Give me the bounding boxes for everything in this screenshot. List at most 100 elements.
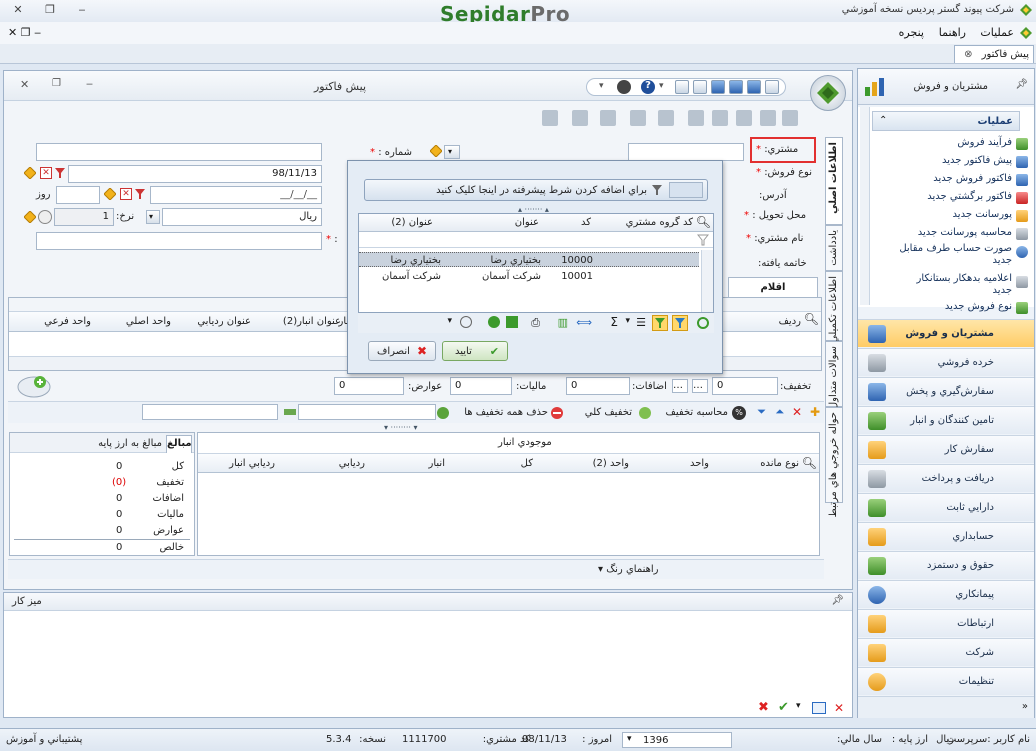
operations-header[interactable]: عمليات ⌃ xyxy=(872,111,1020,131)
window-minimize-icon[interactable]: ‒ xyxy=(86,77,93,90)
move-up-icon[interactable]: ⏶ xyxy=(775,405,784,419)
print-icon[interactable]: ⎙ xyxy=(531,316,540,330)
pin-icon[interactable]: 📌︎ xyxy=(1015,79,1028,90)
help-icon[interactable]: ? xyxy=(641,80,655,94)
menu-operations[interactable]: عمليات xyxy=(980,26,1014,39)
currency-select[interactable]: ريال xyxy=(162,208,322,226)
nav-category-suppliers[interactable]: تامين کنندگان و انبار xyxy=(858,406,1034,434)
additions-input[interactable]: 0 xyxy=(566,377,630,395)
cancel-x-icon[interactable]: ✖ xyxy=(758,700,769,715)
nav-category-payroll[interactable]: حقوق و دستمزد xyxy=(858,551,1034,579)
description-input[interactable] xyxy=(36,232,322,250)
op-new-invoice[interactable]: فاکتور فروش جديد xyxy=(933,173,1012,184)
grid-search-icon[interactable]: 🔍︎ xyxy=(804,312,819,326)
window-restore-icon[interactable]: ❐ xyxy=(52,78,61,89)
app-orb-button[interactable] xyxy=(810,75,846,111)
reference-input[interactable] xyxy=(36,143,322,161)
discount-more-button[interactable]: … xyxy=(692,379,708,393)
filter-green-icon[interactable] xyxy=(652,315,668,331)
rate-clock-icon[interactable] xyxy=(38,210,52,224)
save-as-icon[interactable] xyxy=(729,80,743,94)
check-icon[interactable]: ✔ xyxy=(778,700,789,715)
archive-icon[interactable] xyxy=(782,110,798,126)
save-icon[interactable] xyxy=(747,80,761,94)
close-window-button[interactable]: ✕ xyxy=(10,3,26,17)
col-title2[interactable]: عنوان (2) xyxy=(391,217,433,228)
copy-icon[interactable] xyxy=(693,80,707,94)
add-item-button[interactable] xyxy=(16,373,52,399)
lookup-diamond-icon[interactable] xyxy=(429,144,443,158)
nav-category-retail[interactable]: خرده فروشي xyxy=(858,348,1034,376)
col-unit[interactable]: واحد xyxy=(690,458,709,469)
nav-category-fixed-assets[interactable]: دارايي ثابت xyxy=(858,493,1034,521)
nav-category-settings[interactable]: تنظيمات xyxy=(858,667,1034,695)
tab-pre-invoice[interactable]: پیش فاکتور ⊗ xyxy=(954,45,1034,63)
color-guide-bar[interactable]: راهنماي رنگ ▾ xyxy=(8,559,824,579)
money-icon[interactable] xyxy=(284,406,296,418)
col-row-number[interactable]: رديف xyxy=(779,316,801,327)
refresh-icon[interactable] xyxy=(542,110,558,126)
dropdown-chevron-icon[interactable]: ▾ xyxy=(625,316,630,326)
zoom-icon[interactable] xyxy=(617,80,631,94)
col-customer-group-code[interactable]: کد گروه مشتري xyxy=(626,217,693,228)
currency-dropdown[interactable]: ▾ xyxy=(146,210,160,224)
discount-search-input[interactable] xyxy=(298,404,436,420)
col-warehouse-title2[interactable]: عنوان انبار(2) xyxy=(283,316,341,327)
discount-amount-input[interactable] xyxy=(142,404,278,420)
nav-category-accounting[interactable]: حسابداري xyxy=(858,522,1034,550)
save-close-icon[interactable] xyxy=(711,80,725,94)
receive-icon[interactable] xyxy=(688,110,704,126)
vtab-extra-info[interactable]: اطلاعات تکميلي xyxy=(825,271,843,343)
clear-icon[interactable] xyxy=(460,316,472,328)
op-debit-credit-notice-new[interactable]: جديد xyxy=(993,285,1012,296)
attach-icon[interactable] xyxy=(736,110,752,126)
vtab-faq[interactable]: سوالات متداول xyxy=(825,341,843,409)
columns-icon[interactable]: ☰ xyxy=(636,316,646,329)
collapse-chevron-icon[interactable]: ⌃ xyxy=(879,115,887,126)
clear-filter-icon[interactable]: ✕ xyxy=(40,167,52,179)
ok-button[interactable]: ✔ تاييد xyxy=(442,341,508,361)
next-record-icon[interactable] xyxy=(600,110,616,126)
advanced-condition-bar[interactable]: براي اضافه کردن شرط پيشرفته در اينجا کلي… xyxy=(364,179,708,201)
col-tracking-title[interactable]: عنوان رديابي xyxy=(197,316,251,327)
vtab-notes[interactable]: يادداشت xyxy=(825,225,843,271)
calc-discount-button[interactable]: محاسبه تخفيف xyxy=(666,407,728,418)
support-link[interactable]: پشتيباني و آموزش xyxy=(6,734,82,745)
lookup-diamond-icon[interactable] xyxy=(103,187,117,201)
first-record-icon[interactable] xyxy=(658,110,674,126)
discount-tag-icon[interactable] xyxy=(436,406,450,420)
vtab-related-outputs[interactable]: حواله خروجي هاي مرتبط xyxy=(825,407,843,517)
tab-close-icon[interactable]: ⊗ xyxy=(964,49,972,60)
tab-amounts-base-currency[interactable]: مبالغ به ارز پايه xyxy=(98,438,162,449)
nav-category-receipts-payments[interactable]: دريافت و پرداخت xyxy=(858,464,1034,492)
discount-input[interactable]: 0 xyxy=(712,377,778,395)
nav-category-work-orders[interactable]: سفارش کار xyxy=(858,435,1034,463)
child-close-icon[interactable]: ✕ ❐ ‒ xyxy=(8,26,41,39)
col-total[interactable]: کل xyxy=(521,458,533,469)
date-input[interactable]: 98/11/13 xyxy=(68,165,322,183)
col-sub-unit[interactable]: واحد فرعي xyxy=(44,316,91,327)
op-counterparty-statement-new[interactable]: جديد xyxy=(993,255,1012,266)
sum-icon[interactable]: Σ xyxy=(610,315,618,329)
chart-icon[interactable]: ▥ xyxy=(558,316,568,329)
col-unit2[interactable]: واحد (2) xyxy=(593,458,629,469)
col-title[interactable]: عنوان xyxy=(515,217,539,228)
lookup-diamond-icon[interactable] xyxy=(23,210,37,224)
menu-window[interactable]: پنجره xyxy=(899,26,924,39)
total-discount-button[interactable]: تخفيف کلي xyxy=(585,407,632,418)
filter-icon[interactable] xyxy=(134,188,146,200)
op-counterparty-statement[interactable]: صورت حساب طرف مقابل xyxy=(899,243,1012,254)
duties-input[interactable]: 0 xyxy=(334,377,404,395)
tax-input[interactable]: 0 xyxy=(450,377,512,395)
due-date-input[interactable]: __/__/__ xyxy=(150,186,322,204)
excel-icon[interactable] xyxy=(506,316,518,328)
clear-filter-icon[interactable]: ✕ xyxy=(120,188,132,200)
op-new-commission[interactable]: پورسانت جديد xyxy=(953,209,1012,220)
add-icon[interactable]: ✚ xyxy=(810,405,820,419)
nav-category-orders-distribution[interactable]: سفارش‌گيري و پخش xyxy=(858,377,1034,405)
operations-scrollbar[interactable] xyxy=(860,107,870,305)
delete-doc-icon[interactable] xyxy=(760,110,776,126)
op-new-pre-invoice[interactable]: پيش فاکتور جديد xyxy=(942,155,1012,166)
menu-help[interactable]: راهنما xyxy=(939,26,966,39)
stock-search-icon[interactable]: 🔍︎ xyxy=(802,456,817,470)
